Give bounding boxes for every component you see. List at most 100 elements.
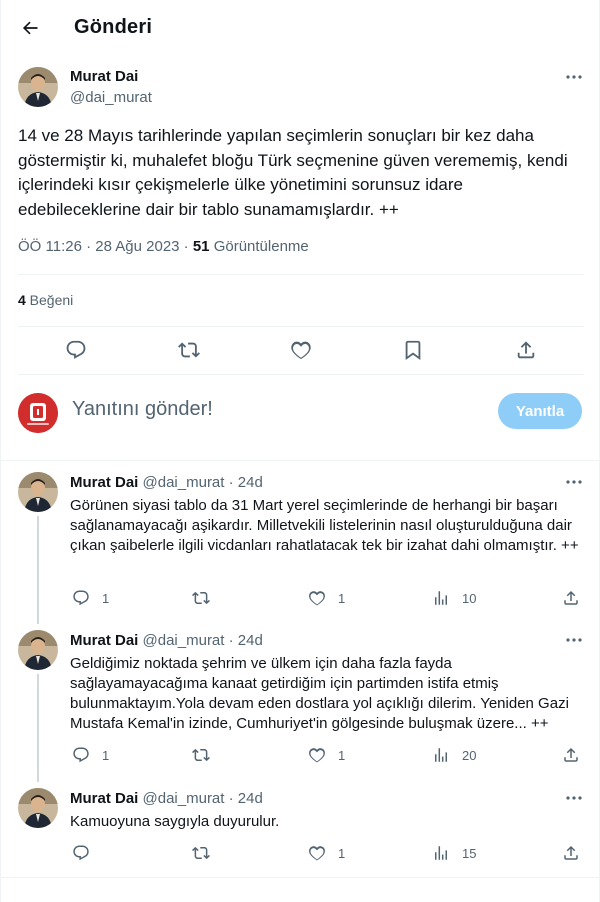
- reply-header: Murat Dai @dai_murat · 24d: [70, 790, 263, 807]
- avatar-image: [18, 472, 58, 512]
- views-label: Görüntülenme: [209, 238, 309, 255]
- more-icon: [566, 638, 582, 642]
- reply-text: Geldiğimiz noktada şehrim ve ülkem için …: [70, 655, 569, 732]
- retweet-icon: [192, 591, 210, 605]
- back-arrow-icon: [22, 21, 38, 35]
- like-count: 1: [338, 590, 346, 606]
- divider: [1, 877, 600, 878]
- back-button[interactable]: [13, 11, 47, 45]
- author-handle[interactable]: @dai_murat: [70, 89, 152, 106]
- avatar[interactable]: [18, 630, 58, 670]
- retweet-icon: [192, 748, 210, 762]
- like-button[interactable]: [289, 338, 313, 362]
- author-name[interactable]: Murat Dai: [70, 68, 138, 85]
- reply-count: 1: [102, 747, 110, 763]
- avatar[interactable]: [18, 472, 58, 512]
- retweet-button[interactable]: [177, 338, 201, 362]
- reply-button[interactable]: [64, 338, 88, 362]
- more-icon: [566, 796, 582, 800]
- reply-header: Murat Dai @dai_murat · 24d: [70, 632, 263, 649]
- retweet-button[interactable]: [192, 746, 222, 764]
- share-icon: [564, 845, 578, 860]
- divider: [1, 460, 600, 461]
- views-button[interactable]: 10: [432, 589, 476, 607]
- likes-count: 4: [18, 292, 26, 308]
- share-button[interactable]: [562, 844, 580, 862]
- page-title: Gönderi: [74, 16, 153, 38]
- views-count: 51: [192, 238, 210, 255]
- divider: [18, 274, 584, 275]
- reply-icon: [73, 590, 89, 606]
- reply-text: Kamuoyuna saygıyla duyurulur.: [70, 813, 280, 830]
- like-count: 1: [338, 747, 346, 763]
- like-button[interactable]: 1: [308, 844, 345, 862]
- avatar-image: [18, 788, 58, 828]
- views-button[interactable]: 15: [432, 844, 476, 862]
- reply-icon: [73, 845, 89, 861]
- like-icon: [291, 341, 311, 360]
- share-icon: [564, 590, 578, 605]
- avatar-image: [18, 67, 58, 107]
- more-icon: [566, 480, 582, 484]
- views-icon: [435, 748, 447, 762]
- like-icon: [309, 748, 325, 763]
- avatar[interactable]: [18, 788, 58, 828]
- divider: [18, 374, 584, 375]
- header: Gönderi: [1, 0, 600, 58]
- share-icon: [564, 747, 578, 762]
- retweet-icon: [192, 846, 210, 860]
- view-count: 15: [462, 845, 477, 861]
- divider: [18, 326, 584, 327]
- reply-text: Görünen siyasi tablo da 31 Mart yerel se…: [70, 497, 579, 554]
- thread-line: [37, 674, 39, 782]
- reply-author-name[interactable]: Murat Dai: [70, 474, 138, 491]
- post-time[interactable]: ÖÖ 11:26 · 28 Ağu 2023 ·: [18, 238, 193, 255]
- my-avatar[interactable]: [18, 393, 58, 433]
- post-text: 14 ve 28 Mayıs tarihlerinde yapılan seçi…: [18, 126, 568, 219]
- reply-handle[interactable]: @dai_murat · 24d: [143, 790, 263, 807]
- more-button[interactable]: [561, 67, 587, 87]
- page: Gönderi Murat Dai @dai_murat 14 ve 28 Ma…: [0, 0, 600, 902]
- reply-button[interactable]: [72, 844, 102, 862]
- share-button[interactable]: [514, 338, 538, 362]
- reply-author-name[interactable]: Murat Dai: [70, 790, 138, 807]
- my-avatar-image: [18, 393, 58, 433]
- reply-icon: [73, 747, 89, 763]
- like-button[interactable]: 1: [308, 746, 345, 764]
- retweet-button[interactable]: [192, 589, 222, 607]
- reply-handle[interactable]: @dai_murat · 24d: [143, 474, 263, 491]
- view-count: 10: [462, 590, 477, 606]
- share-button[interactable]: [562, 589, 580, 607]
- reply-count: 1: [102, 590, 110, 606]
- views-icon: [435, 846, 447, 860]
- more-button[interactable]: [561, 472, 587, 492]
- view-count: 20: [462, 747, 477, 763]
- views-icon: [435, 591, 447, 605]
- more-button[interactable]: [561, 788, 587, 808]
- share-button[interactable]: [562, 746, 580, 764]
- reply-handle[interactable]: @dai_murat · 24d: [143, 632, 263, 649]
- views-button[interactable]: 20: [432, 746, 476, 764]
- likes-label: Beğeni: [25, 292, 74, 308]
- like-icon: [309, 591, 325, 606]
- avatar-image: [18, 630, 58, 670]
- reply-submit-button[interactable]: Yanıtla: [498, 393, 582, 429]
- more-button[interactable]: [561, 630, 587, 650]
- reply-author-name[interactable]: Murat Dai: [70, 632, 138, 649]
- reply-button[interactable]: 1: [72, 589, 109, 607]
- reply-input[interactable]: [72, 398, 472, 421]
- likes-summary[interactable]: 4 Beğeni: [18, 292, 73, 308]
- bookmark-button[interactable]: [401, 338, 425, 362]
- more-icon: [566, 75, 582, 79]
- reply-header: Murat Dai @dai_murat · 24d: [70, 474, 263, 491]
- post-meta: ÖÖ 11:26 · 28 Ağu 2023 · 51 Görüntülenme: [18, 238, 309, 255]
- avatar[interactable]: [18, 67, 58, 107]
- reply-button[interactable]: 1: [72, 746, 109, 764]
- share-icon: [517, 341, 535, 359]
- like-count: 1: [338, 845, 346, 861]
- retweet-button[interactable]: [192, 844, 222, 862]
- like-button[interactable]: 1: [308, 589, 345, 607]
- like-icon: [309, 846, 325, 861]
- bookmark-icon: [405, 340, 421, 361]
- reply-icon: [66, 340, 86, 359]
